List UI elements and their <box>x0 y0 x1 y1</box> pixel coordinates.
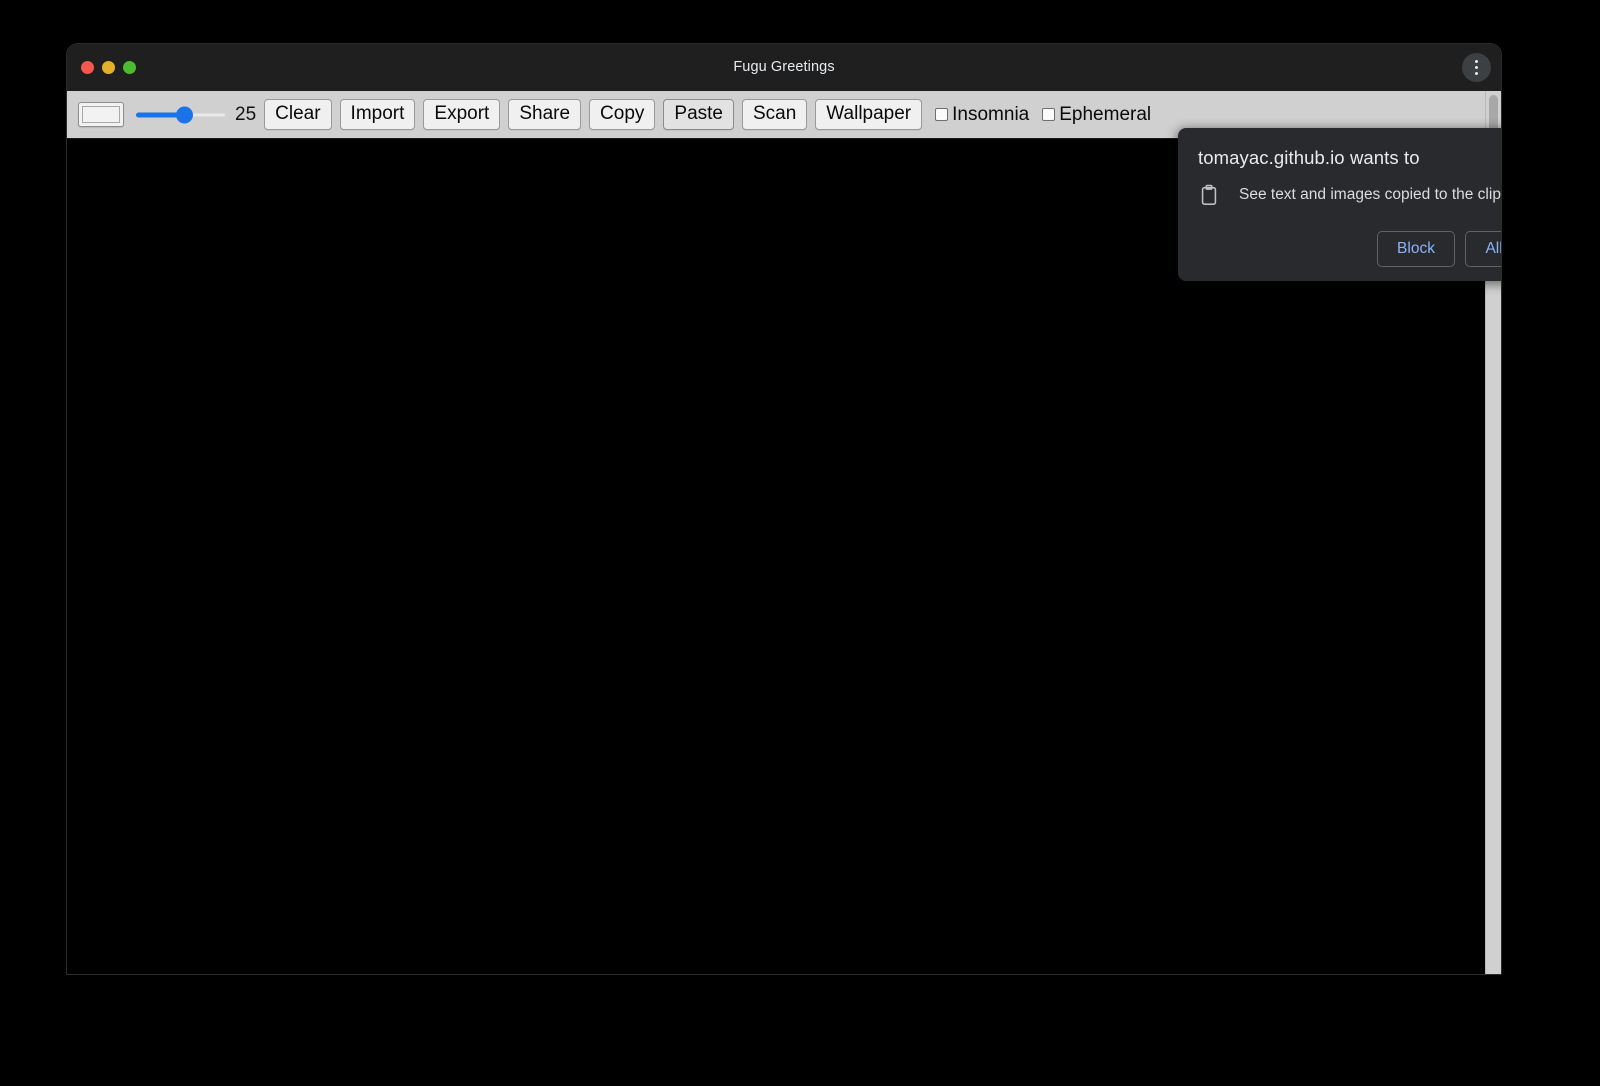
maximize-window-button[interactable] <box>123 61 136 74</box>
menu-dot <box>1475 72 1478 75</box>
line-width-slider[interactable] <box>136 104 226 126</box>
permission-request-row: See text and images copied to the clipbo… <box>1198 184 1501 206</box>
scan-button[interactable]: Scan <box>742 99 807 129</box>
permission-description: See text and images copied to the clipbo… <box>1239 186 1501 204</box>
color-swatch-inner <box>82 106 120 123</box>
wallpaper-button[interactable]: Wallpaper <box>815 99 922 129</box>
color-swatch-icon[interactable] <box>78 102 124 127</box>
block-button[interactable]: Block <box>1377 231 1455 267</box>
paste-button[interactable]: Paste <box>663 99 734 129</box>
clear-button[interactable]: Clear <box>264 99 331 129</box>
slider-thumb[interactable] <box>176 106 193 123</box>
slider-value-label: 25 <box>235 104 256 126</box>
export-button[interactable]: Export <box>423 99 500 129</box>
window-controls <box>81 44 136 91</box>
browser-window: Fugu Greetings 25 Clear Import Export Sh… <box>67 44 1501 974</box>
insomnia-checkbox[interactable]: Insomnia <box>935 104 1029 126</box>
import-button[interactable]: Import <box>340 99 416 129</box>
window-title: Fugu Greetings <box>67 44 1501 91</box>
allow-button[interactable]: Allow <box>1465 231 1501 267</box>
ephemeral-checkbox-box[interactable] <box>1042 108 1055 121</box>
clipboard-permission-dialog: ✕ tomayac.github.io wants to See text an… <box>1178 128 1501 281</box>
permission-dialog-title: tomayac.github.io wants to <box>1198 147 1420 169</box>
three-dots-vertical-icon[interactable] <box>1462 53 1491 82</box>
ephemeral-checkbox-label: Ephemeral <box>1059 104 1151 126</box>
copy-button[interactable]: Copy <box>589 99 655 129</box>
insomnia-checkbox-box[interactable] <box>935 108 948 121</box>
insomnia-checkbox-label: Insomnia <box>952 104 1029 126</box>
minimize-window-button[interactable] <box>102 61 115 74</box>
menu-dot <box>1475 60 1478 63</box>
window-titlebar: Fugu Greetings <box>67 44 1501 91</box>
desktop-background: Fugu Greetings 25 Clear Import Export Sh… <box>0 0 1600 1086</box>
menu-dot <box>1475 66 1478 69</box>
share-button[interactable]: Share <box>508 99 581 129</box>
permission-dialog-actions: Block Allow <box>1377 231 1501 267</box>
ephemeral-checkbox[interactable]: Ephemeral <box>1042 104 1151 126</box>
close-window-button[interactable] <box>81 61 94 74</box>
clipboard-icon <box>1198 184 1220 206</box>
